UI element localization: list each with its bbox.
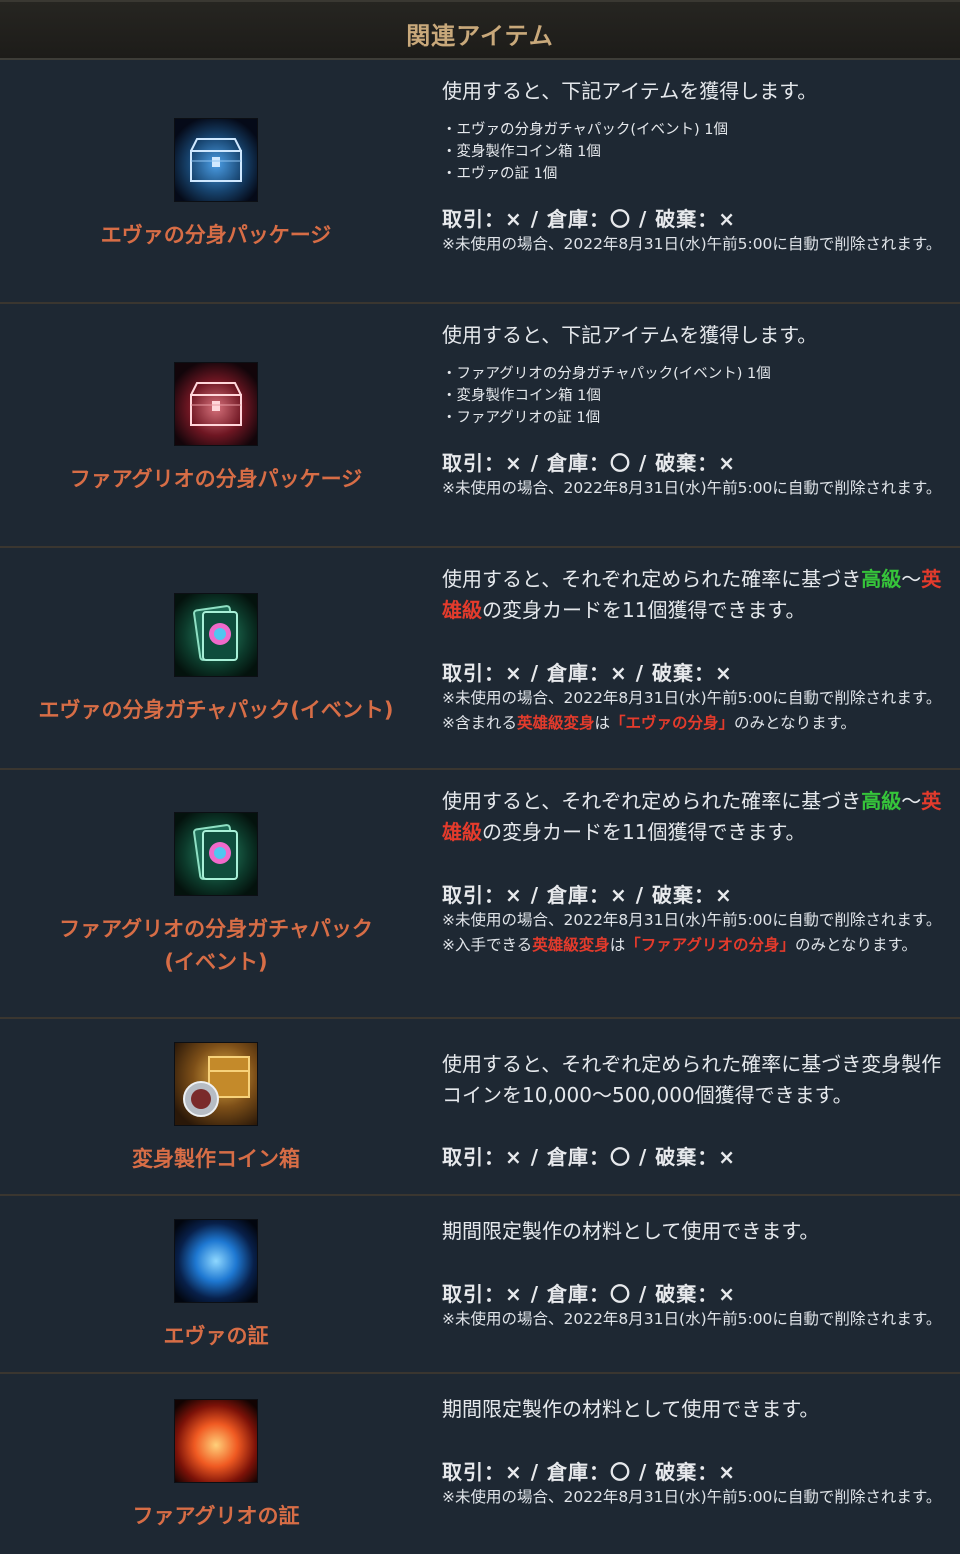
item-description: 使用すると、それぞれ定められた確率に基づき変身製作コインを10,000～500,…: [442, 1052, 942, 1107]
trade-status: 取引：× / 倉庫：〇 / 破棄：×: [442, 1282, 736, 1306]
grade-high: 高級: [861, 567, 902, 591]
item-cell: ファアグリオの証: [0, 1374, 432, 1554]
item-name: ファアグリオの分身パッケージ: [69, 466, 363, 491]
red-chest-icon: [175, 362, 257, 445]
transform-note: ※入手できる英雄級変身は「ファアグリオの分身」のみとなります。: [442, 933, 946, 958]
desc-text: の変身カードを11個獲得できます。: [482, 820, 806, 844]
trade-status: 取引：× / 倉庫：〇 / 破棄：×: [442, 207, 736, 231]
note-text: ※含まれる: [442, 714, 517, 732]
item-info: 使用すると、それぞれ定められた確率に基づき高級～英雄級の変身カードを11個獲得で…: [432, 770, 960, 1017]
list-item: ・ファアグリオの分身ガチャパック(イベント) 1個: [442, 366, 771, 382]
contents-list: ・ファアグリオの分身ガチャパック(イベント) 1個 ・変身製作コイン箱 1個 ・…: [442, 363, 946, 429]
trade-status: 取引：× / 倉庫：× / 破棄：×: [442, 883, 733, 907]
grade-high: 高級: [861, 789, 902, 813]
item-row: エヴァの分身パッケージ 使用すると、下記アイテムを獲得します。 ・エヴァの分身ガ…: [0, 60, 960, 304]
item-name: エヴァの証: [163, 1323, 269, 1348]
desc-text: ～: [901, 567, 922, 591]
item-name: エヴァの分身パッケージ: [100, 222, 332, 247]
item-cell: エヴァの証: [0, 1196, 432, 1372]
list-item: ・エヴァの分身ガチャパック(イベント) 1個: [442, 122, 729, 138]
item-name: ファアグリオの分身ガチャパック(イベント): [59, 916, 373, 974]
item-row: ファアグリオの分身ガチャパック(イベント) 使用すると、それぞれ定められた確率に…: [0, 770, 960, 1019]
item-info: 使用すると、下記アイテムを獲得します。 ・ファアグリオの分身ガチャパック(イベン…: [432, 304, 960, 546]
trade-status: 取引：× / 倉庫：〇 / 破棄：×: [442, 1460, 736, 1484]
note-text: は: [594, 714, 611, 732]
item-cell: 変身製作コイン箱: [0, 1019, 432, 1194]
desc-text: 使用すると、それぞれ定められた確率に基づき: [442, 789, 862, 813]
item-name: ファアグリオの証: [132, 1503, 300, 1528]
transform-note: ※含まれる英雄級変身は「エヴァの分身」のみとなります。: [442, 711, 946, 736]
item-cell: ファアグリオの分身パッケージ: [0, 304, 432, 546]
list-item: ・変身製作コイン箱 1個: [442, 144, 601, 160]
expiry-note: ※未使用の場合、2022年8月31日(水)午前5:00に自動で削除されます。: [442, 689, 942, 707]
item-cell: エヴァの分身パッケージ: [0, 60, 432, 302]
item-description: 期間限定製作の材料として使用できます。: [442, 1397, 820, 1421]
item-row: エヴァの分身ガチャパック(イベント) 使用すると、それぞれ定められた確率に基づき…: [0, 548, 960, 770]
expiry-note: ※未使用の場合、2022年8月31日(水)午前5:00に自動で削除されます。: [442, 479, 942, 497]
note-text: ※入手できる: [442, 936, 533, 954]
note-hero-transform: 英雄級変身: [517, 714, 595, 732]
blue-orb-icon: [175, 1219, 257, 1302]
list-item: ・ファアグリオの証 1個: [442, 410, 601, 426]
trade-status: 取引：× / 倉庫：〇 / 破棄：×: [442, 1145, 736, 1169]
trade-status: 取引：× / 倉庫：× / 破棄：×: [442, 661, 733, 685]
note-text: のみとなります。: [794, 936, 917, 954]
item-info: 使用すると、それぞれ定められた確率に基づき変身製作コインを10,000～500,…: [432, 1019, 960, 1194]
item-info: 使用すると、それぞれ定められた確率に基づき高級～英雄級の変身カードを11個獲得で…: [432, 548, 960, 768]
item-row: 変身製作コイン箱 使用すると、それぞれ定められた確率に基づき変身製作コインを10…: [0, 1019, 960, 1196]
item-name: 変身製作コイン箱: [132, 1147, 300, 1171]
expiry-note: ※未使用の場合、2022年8月31日(水)午前5:00に自動で削除されます。: [442, 911, 942, 929]
desc-text: の変身カードを11個獲得できます。: [482, 598, 806, 622]
item-cell: エヴァの分身ガチャパック(イベント): [0, 548, 432, 768]
transform-card-icon: [175, 593, 257, 676]
item-row: ファアグリオの証 期間限定製作の材料として使用できます。 取引：× / 倉庫：〇…: [0, 1374, 960, 1554]
note-text: は: [609, 936, 626, 954]
note-avatar-name: 「エヴァの分身」: [610, 714, 735, 732]
desc-text: 使用すると、それぞれ定められた確率に基づき: [442, 567, 862, 591]
item-cell: ファアグリオの分身ガチャパック(イベント): [0, 770, 432, 1017]
item-description: 使用すると、下記アイテムを獲得します。: [442, 79, 818, 103]
item-description: 使用すると、下記アイテムを獲得します。: [442, 323, 818, 347]
list-item: ・エヴァの証 1個: [442, 166, 558, 182]
item-row: ファアグリオの分身パッケージ 使用すると、下記アイテムを獲得します。 ・ファアグ…: [0, 304, 960, 548]
note-text: のみとなります。: [734, 714, 857, 732]
expiry-note: ※未使用の場合、2022年8月31日(水)午前5:00に自動で削除されます。: [442, 1310, 942, 1328]
desc-text: ～: [901, 789, 922, 813]
item-row: エヴァの証 期間限定製作の材料として使用できます。 取引：× / 倉庫：〇 / …: [0, 1196, 960, 1374]
section-title: 関連アイテム: [406, 21, 554, 50]
expiry-note: ※未使用の場合、2022年8月31日(水)午前5:00に自動で削除されます。: [442, 235, 942, 253]
item-description: 使用すると、それぞれ定められた確率に基づき高級～英雄級の変身カードを11個獲得で…: [442, 786, 946, 848]
expiry-note: ※未使用の場合、2022年8月31日(水)午前5:00に自動で削除されます。: [442, 1488, 942, 1506]
item-info: 期間限定製作の材料として使用できます。 取引：× / 倉庫：〇 / 破棄：× ※…: [432, 1374, 960, 1554]
list-item: ・変身製作コイン箱 1個: [442, 388, 601, 404]
item-description: 使用すると、それぞれ定められた確率に基づき高級～英雄級の変身カードを11個獲得で…: [442, 564, 946, 626]
trade-status: 取引：× / 倉庫：〇 / 破棄：×: [442, 451, 736, 475]
note-avatar-name: 「ファアグリオの分身」: [625, 936, 795, 954]
item-info: 期間限定製作の材料として使用できます。 取引：× / 倉庫：〇 / 破棄：× ※…: [432, 1196, 960, 1372]
contents-list: ・エヴァの分身ガチャパック(イベント) 1個 ・変身製作コイン箱 1個 ・エヴァ…: [442, 119, 946, 185]
item-description: 期間限定製作の材料として使用できます。: [442, 1219, 820, 1243]
item-info: 使用すると、下記アイテムを獲得します。 ・エヴァの分身ガチャパック(イベント) …: [432, 60, 960, 302]
transform-card-icon: [175, 812, 257, 895]
note-hero-transform: 英雄級変身: [532, 936, 610, 954]
item-name: エヴァの分身ガチャパック(イベント): [38, 697, 394, 722]
section-header: 関連アイテム: [0, 0, 960, 60]
red-orb-icon: [175, 1399, 257, 1482]
coin-chest-icon: [175, 1043, 257, 1125]
blue-chest-icon: [175, 118, 257, 201]
